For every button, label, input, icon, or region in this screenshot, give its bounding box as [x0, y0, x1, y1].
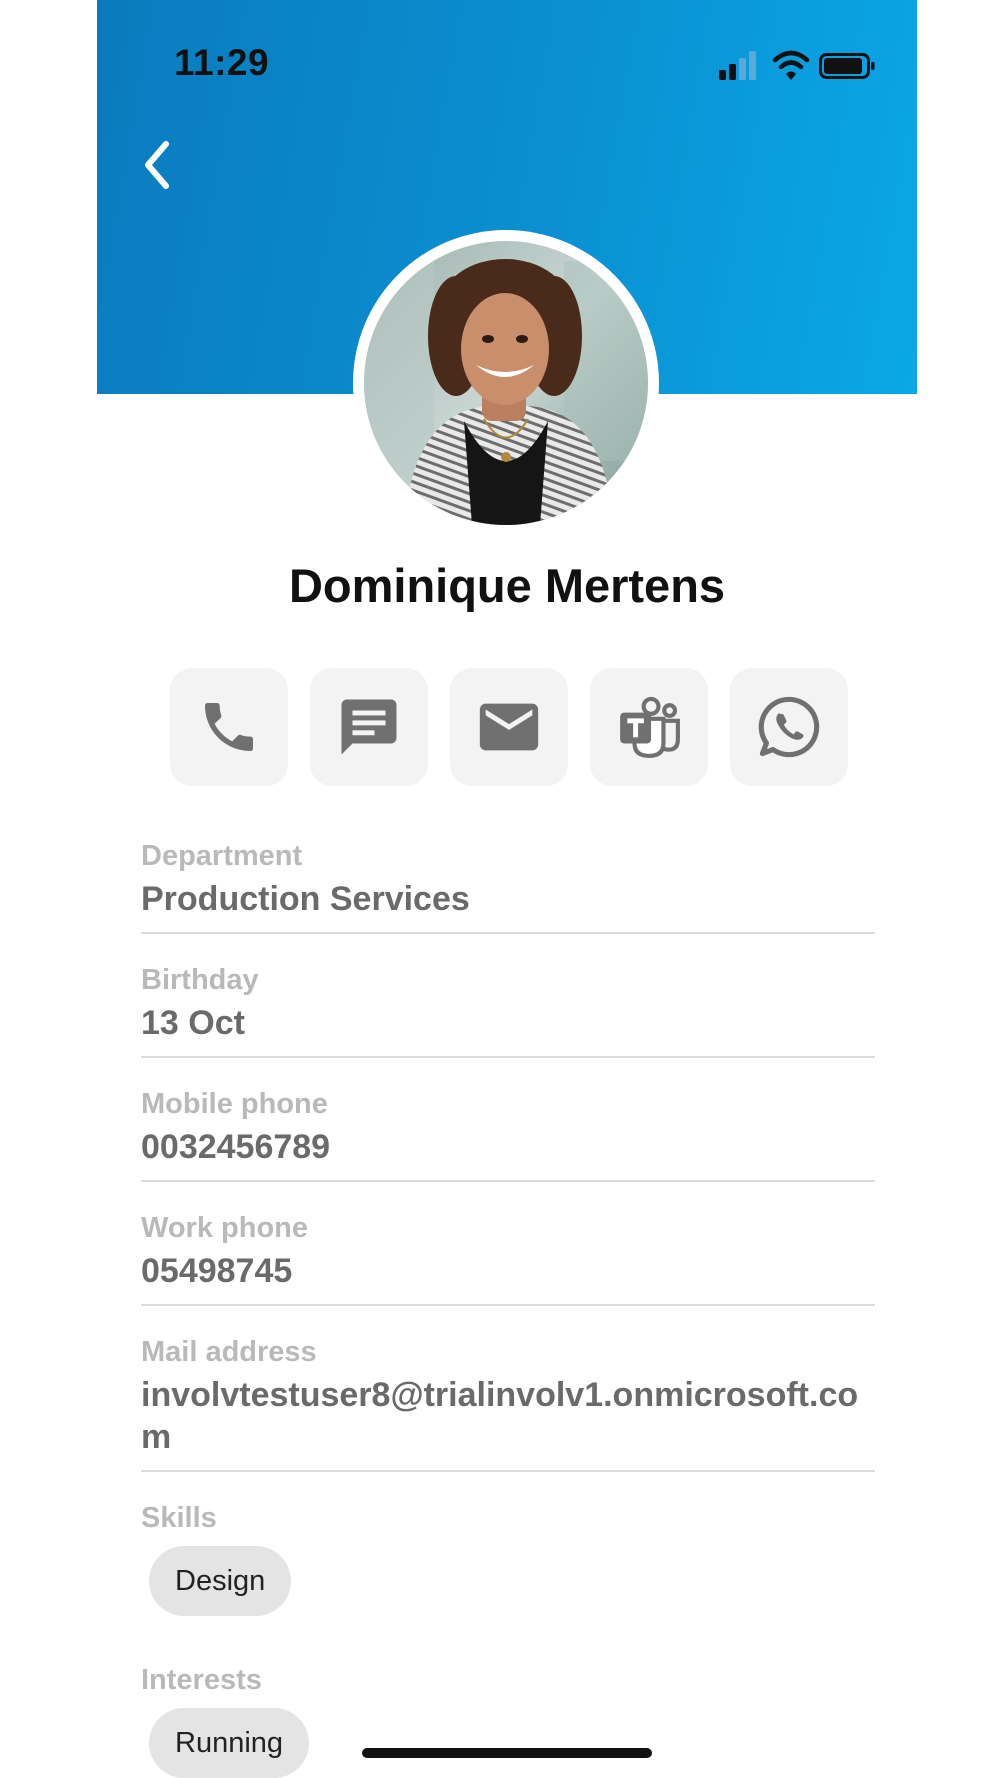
battery-icon [819, 53, 875, 79]
chevron-left-icon [145, 141, 169, 189]
profile-details: Department Production Services Birthday … [141, 838, 875, 1778]
whatsapp-icon [758, 696, 820, 758]
field-mobile-phone: Mobile phone 0032456789 [141, 1086, 875, 1182]
call-button[interactable] [170, 668, 288, 786]
field-label: Birthday [141, 964, 259, 996]
home-indicator [362, 1748, 652, 1758]
field-mail-address: Mail address involvtestuser8@trialinvolv… [141, 1334, 875, 1472]
status-icons [707, 48, 877, 82]
back-button[interactable] [127, 130, 187, 200]
mobile-phone-link[interactable]: 0032456789 [141, 1126, 875, 1168]
message-icon [341, 699, 397, 755]
field-label: Department [141, 840, 303, 872]
wifi-icon [772, 50, 810, 80]
contact-actions [170, 668, 848, 786]
avatar-ring [353, 230, 659, 536]
mail-address-link[interactable]: involvtestuser8@trialinvolv1.onmicrosoft… [141, 1374, 875, 1458]
work-phone-link[interactable]: 05498745 [141, 1250, 875, 1292]
mail-icon [479, 703, 539, 751]
field-value: Production Services [141, 880, 470, 918]
field-value: 13 Oct [141, 1004, 245, 1042]
skill-chip[interactable]: Design [149, 1546, 292, 1616]
cellular-signal-icon [719, 51, 756, 80]
message-button[interactable] [310, 668, 428, 786]
teams-button[interactable] [590, 668, 708, 786]
interest-chip[interactable]: Running [149, 1708, 310, 1778]
field-work-phone: Work phone 05498745 [141, 1210, 875, 1306]
email-button[interactable] [450, 668, 568, 786]
profile-name: Dominique Mertens [288, 559, 726, 612]
skills-section: Skills Design [141, 1500, 875, 1616]
field-department: Department Production Services [141, 838, 875, 934]
interests-label: Interests [141, 1664, 262, 1696]
phone-icon [205, 703, 253, 751]
field-label: Work phone [141, 1212, 309, 1244]
whatsapp-button[interactable] [730, 668, 848, 786]
field-birthday: Birthday 13 Oct [141, 962, 875, 1058]
interests-section: Interests Running [141, 1662, 875, 1778]
field-label: Mail address [141, 1336, 317, 1368]
profile-screen: 11:29 Dominique Mertens Department Produ… [97, 0, 917, 1778]
teams-icon [620, 696, 680, 758]
status-time: 11:29 [174, 42, 270, 83]
field-label: Mobile phone [141, 1088, 328, 1120]
avatar [364, 241, 648, 525]
skills-label: Skills [141, 1502, 217, 1534]
